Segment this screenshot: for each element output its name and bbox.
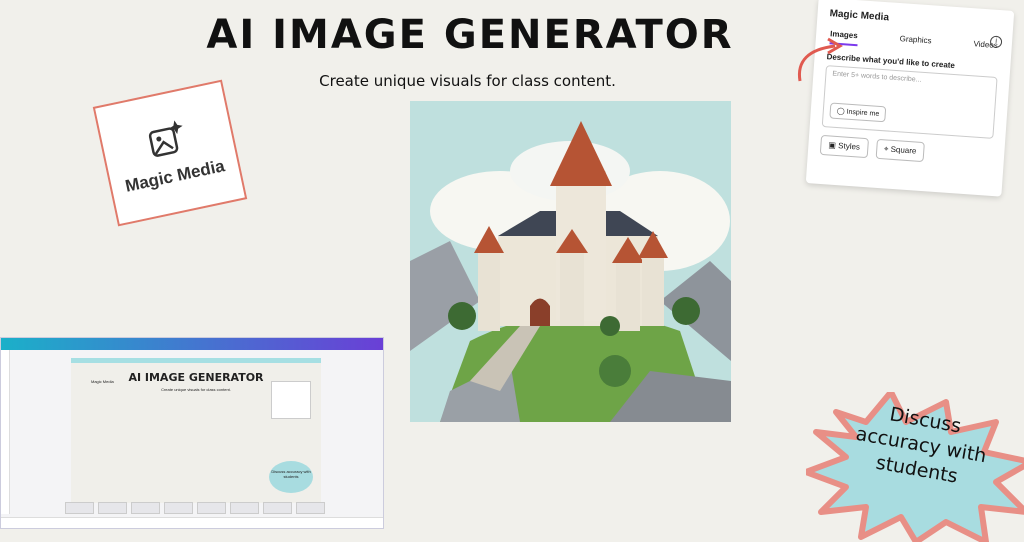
editor-tile: Magic Media xyxy=(91,379,114,384)
editor-status-bar xyxy=(1,517,383,528)
red-arrow-icon xyxy=(797,37,843,82)
inspire-me-label: Inspire me xyxy=(846,108,880,118)
editor-thumbnails xyxy=(65,502,325,514)
editor-burst: Discuss accuracy with students xyxy=(269,461,313,493)
editor-sidebar xyxy=(1,350,10,514)
inspire-me-button[interactable]: ◯ Inspire me xyxy=(829,102,887,123)
styles-label: Styles xyxy=(837,141,861,152)
crop-icon: ⌖ xyxy=(883,144,889,154)
image-icon: ▣ xyxy=(828,140,837,150)
editor-panel-thumb xyxy=(271,381,311,419)
styles-button[interactable]: ▣ Styles xyxy=(819,134,869,159)
castle-image xyxy=(410,101,731,422)
tab-graphics[interactable]: Graphics xyxy=(899,34,932,51)
editor-screenshot: AI IMAGE GENERATOR Create unique visuals… xyxy=(0,337,384,529)
magic-media-panel: Magic Media i Images Graphics Videos Des… xyxy=(805,0,1015,197)
editor-toolbar xyxy=(1,338,383,350)
editor-canvas: AI IMAGE GENERATOR Create unique visuals… xyxy=(71,358,321,503)
square-button[interactable]: ⌖ Square xyxy=(875,138,926,163)
square-label: Square xyxy=(890,144,917,156)
magic-media-tile[interactable]: Magic Media xyxy=(92,79,248,227)
bulb-icon: ◯ xyxy=(836,107,845,116)
magic-image-icon xyxy=(148,120,183,157)
magic-media-tile-label: Magic Media xyxy=(123,156,227,196)
